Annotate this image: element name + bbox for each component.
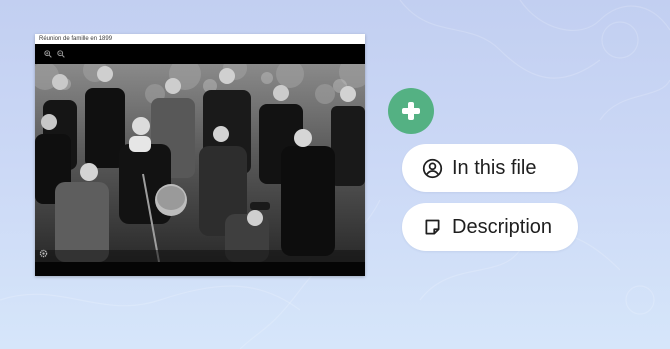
viewer-bottom-bar — [35, 262, 365, 276]
description-chip[interactable]: Description — [402, 203, 578, 251]
in-this-file-chip[interactable]: In this file — [402, 144, 578, 192]
family-photo[interactable] — [35, 64, 365, 262]
person-circle-icon — [422, 158, 443, 178]
add-button[interactable] — [388, 88, 434, 134]
viewer-title: Réunion de famille en 1899 — [35, 34, 365, 44]
description-label: Description — [452, 215, 553, 238]
gear-icon[interactable] — [39, 249, 48, 258]
note-icon — [425, 219, 440, 234]
zoom-out-icon[interactable] — [57, 50, 65, 58]
viewer-toolbar — [35, 44, 365, 64]
in-this-file-label: In this file — [452, 156, 537, 179]
plus-icon-vertical — [408, 102, 414, 120]
zoom-in-icon[interactable] — [44, 50, 52, 58]
image-viewer: Réunion de famille en 1899 — [35, 34, 365, 276]
